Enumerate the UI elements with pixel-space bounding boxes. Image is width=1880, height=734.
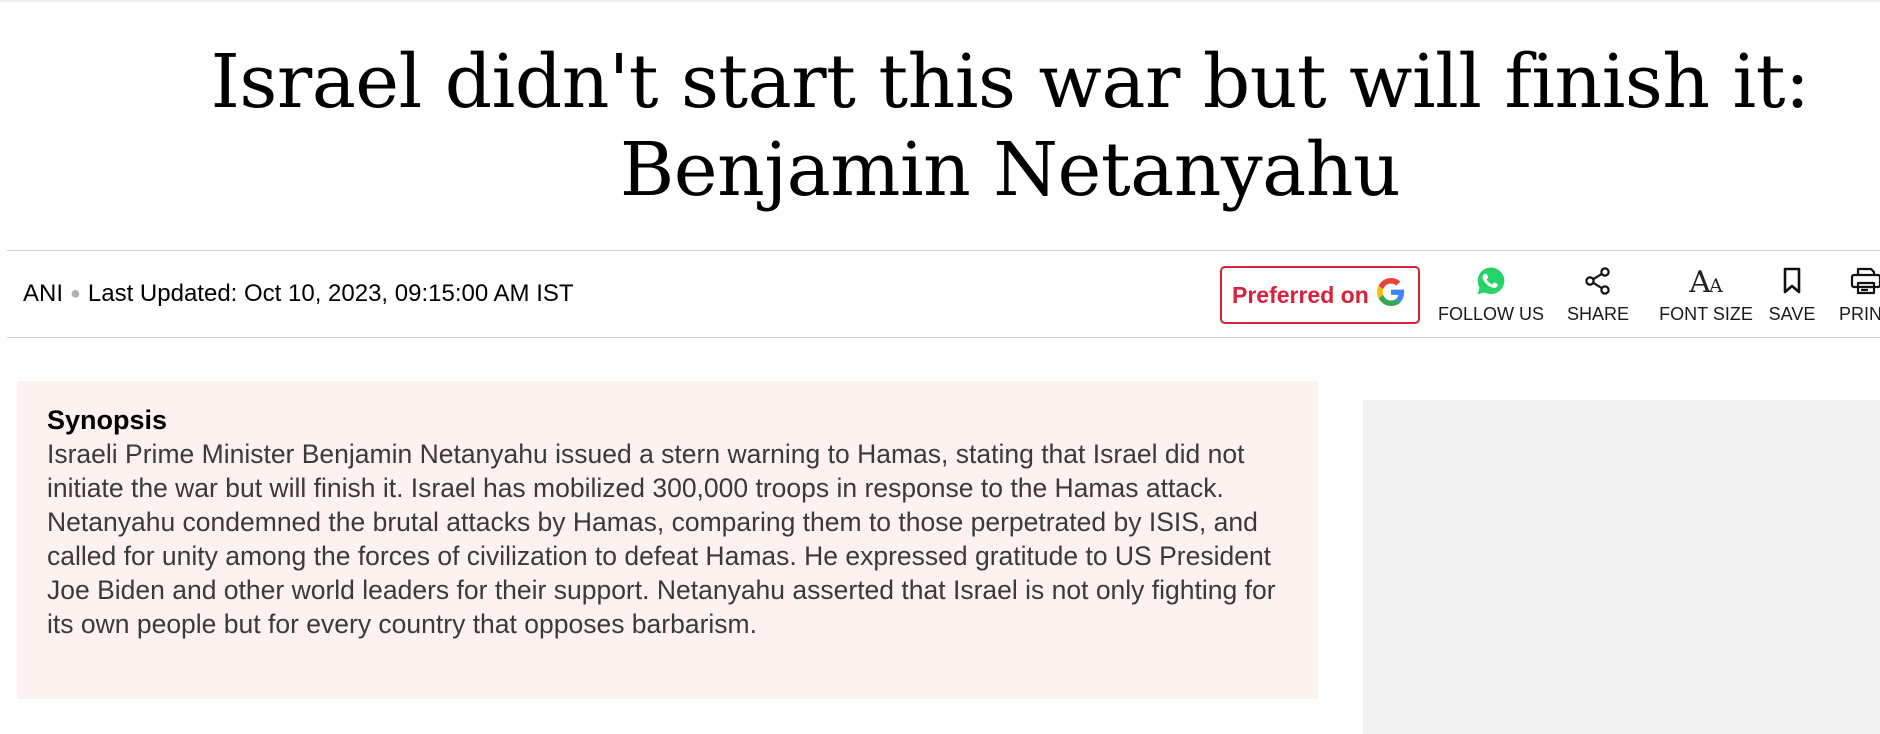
google-g-icon bbox=[1376, 278, 1405, 312]
save-button[interactable]: SAVE bbox=[1763, 267, 1821, 325]
save-label: SAVE bbox=[1768, 304, 1816, 324]
byline: ANI ● Last Updated: Oct 10, 2023, 09:15:00… bbox=[23, 279, 574, 308]
synopsis-text: Israeli Prime Minister Benjamin Netanyah… bbox=[47, 439, 1276, 639]
headline-line-1: Israel didn't start this war but will fi… bbox=[210, 39, 1810, 125]
preferred-on-google-button[interactable]: Preferred on bbox=[1220, 266, 1420, 324]
share-label: SHARE bbox=[1566, 304, 1629, 324]
article-meta-bar: ANI ● Last Updated: Oct 10, 2023, 09:15:00… bbox=[7, 250, 1880, 338]
article-headline: Israel didn't start this war but will fi… bbox=[180, 38, 1840, 214]
follow-us-label: FOLLOW US bbox=[1437, 304, 1544, 324]
print-button[interactable]: PRINT bbox=[1829, 267, 1880, 325]
whatsapp-icon bbox=[1475, 265, 1507, 302]
share-button[interactable]: SHARE bbox=[1557, 266, 1639, 325]
print-label: PRINT bbox=[1839, 304, 1880, 324]
printer-icon bbox=[1849, 266, 1880, 301]
font-size-button[interactable]: AA FONT SIZE bbox=[1654, 267, 1758, 325]
font-size-label: FONT SIZE bbox=[1659, 304, 1753, 324]
bookmark-icon bbox=[1781, 266, 1803, 301]
separator-dot: ● bbox=[70, 283, 81, 303]
last-updated: Last Updated: Oct 10, 2023, 09:15:00 AM … bbox=[87, 280, 574, 307]
top-divider bbox=[0, 0, 1880, 2]
synopsis-box: Synopsis Israeli Prime Minister Benjamin… bbox=[17, 381, 1318, 699]
headline-line-2: Benjamin Netanyahu bbox=[619, 127, 1401, 213]
source-name[interactable]: ANI bbox=[23, 280, 63, 307]
preferred-label: Preferred on bbox=[1232, 281, 1369, 308]
ad-placeholder bbox=[1363, 400, 1880, 734]
follow-us-button[interactable]: FOLLOW US bbox=[1431, 265, 1551, 325]
synopsis-heading: Synopsis bbox=[47, 405, 168, 435]
font-size-icon: AA bbox=[1689, 265, 1723, 300]
share-icon bbox=[1583, 266, 1613, 301]
